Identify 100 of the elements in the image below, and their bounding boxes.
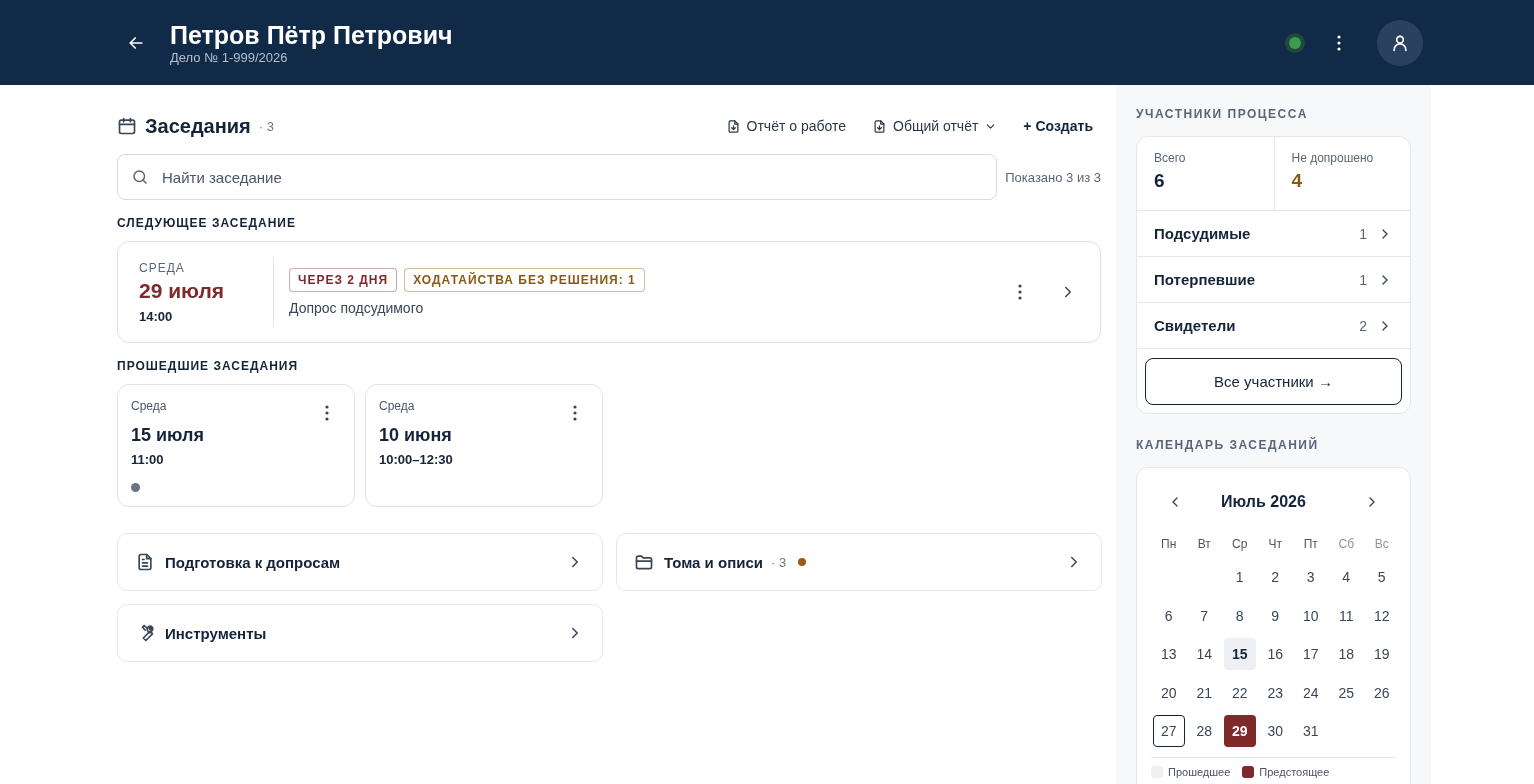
calendar-day[interactable]: 4 [1330, 561, 1363, 594]
calendar-icon [117, 116, 137, 136]
more-icon [325, 405, 329, 421]
weekday-header: Ср [1232, 537, 1248, 551]
participant-group-row[interactable]: Потерпевшие 1 [1137, 257, 1410, 303]
participant-group-row[interactable]: Подсудимые 1 [1137, 211, 1410, 257]
calendar-day[interactable]: 27 [1152, 715, 1185, 748]
folder-icon [634, 552, 654, 572]
participant-group-row[interactable]: Свидетели 2 [1137, 303, 1410, 349]
status-tag: ЧЕРЕЗ 2 ДНЯ [289, 268, 398, 292]
calendar-day[interactable]: 29 [1223, 715, 1256, 748]
group-count: 2 [1359, 317, 1367, 334]
link-label: Подготовка к допросам [165, 553, 341, 571]
session-date: 29 июля [139, 278, 226, 303]
next-session-card[interactable]: СРЕДА 29 июля 14:00 ЧЕРЕЗ 2 ДНЯ ХОДАТАЙСТВА БЕЗ РЕШЕНИЯ: 1 Допрос подсудимого [117, 241, 1101, 343]
results-count: Показано 3 из 3 [1005, 169, 1101, 185]
month-title: Июль 2026 [1221, 493, 1306, 511]
weekday-label: Среда [379, 399, 415, 413]
weekday-label: СРЕДА [139, 260, 186, 275]
legend-label: Прошедшее [1168, 765, 1231, 778]
calendar-day[interactable]: 21 [1188, 676, 1221, 709]
calendar-day[interactable]: 5 [1365, 561, 1398, 594]
create-button[interactable]: + Создать [1023, 118, 1093, 134]
weekday-header: Вс [1374, 537, 1389, 551]
report-button[interactable]: Общий отчёт [872, 118, 998, 134]
calendar-day[interactable]: 6 [1152, 599, 1185, 632]
link-label: Тома и описи [664, 553, 763, 571]
calendar-day[interactable]: 7 [1188, 599, 1221, 632]
section-link-card[interactable]: Подготовка к допросам [117, 533, 603, 591]
section-label: КАЛЕНДАРЬ ЗАСЕДАНИЙ [1136, 438, 1320, 452]
weekday-header: Вт [1197, 537, 1211, 551]
session-time: 11:00 [131, 452, 165, 467]
weekday-header: Пн [1161, 537, 1177, 551]
calendar-day[interactable]: 17 [1294, 638, 1327, 671]
more-icon [573, 405, 577, 421]
calendar-day[interactable]: 9 [1259, 599, 1292, 632]
person-name: Петров Пётр Петрович [170, 19, 453, 50]
calendar-day[interactable]: 26 [1365, 676, 1398, 709]
calendar-day[interactable]: 30 [1259, 715, 1292, 748]
weekday-label: Среда [131, 399, 167, 413]
stat-value: 4 [1291, 170, 1304, 192]
status-tag: ХОДАТАЙСТВА БЕЗ РЕШЕНИЯ: 1 [404, 268, 645, 292]
calendar-day[interactable]: 22 [1223, 676, 1256, 709]
session-description: Допрос подсудимого [289, 300, 425, 316]
document-icon [135, 552, 155, 572]
section-label: ПРОШЕДШИЕ ЗАСЕДАНИЯ [117, 359, 300, 373]
past-session-card[interactable]: Среда 15 июля 11:00 [117, 384, 355, 507]
past-session-card[interactable]: Среда 10 июня 10:00–12:30 [365, 384, 603, 507]
section-label: СЛЕДУЮЩЕЕ ЗАСЕДАНИЕ [117, 216, 297, 230]
session-count: · 3 [258, 118, 274, 134]
calendar-day[interactable]: 2 [1259, 561, 1292, 594]
stat-label: Всего [1154, 151, 1187, 165]
calendar-day[interactable]: 10 [1294, 599, 1327, 632]
calendar-day[interactable]: 12 [1365, 599, 1398, 632]
calendar-day[interactable]: 25 [1330, 676, 1363, 709]
calendar-day[interactable]: 20 [1152, 676, 1185, 709]
weekday-header: Сб [1338, 537, 1354, 551]
calendar-day[interactable]: 15 [1223, 638, 1256, 671]
weekday-header: Пт [1303, 537, 1318, 551]
calendar-day[interactable]: 14 [1188, 638, 1221, 671]
search-field[interactable]: Найти заседание [117, 154, 998, 200]
session-time: 10:00–12:30 [379, 452, 454, 467]
calendar-day[interactable]: 3 [1294, 561, 1327, 594]
stat-value: 6 [1154, 170, 1166, 192]
legend-label: Предстоящее [1259, 765, 1330, 778]
file-download-icon [725, 118, 741, 134]
all-participants-button[interactable]: Все участники → [1145, 358, 1402, 405]
stat-label: Не допрошено [1291, 151, 1375, 165]
calendar-day[interactable]: 19 [1365, 638, 1398, 671]
item-count: · 3 [771, 554, 787, 570]
group-label: Подсудимые [1154, 225, 1252, 242]
more-icon [1018, 284, 1022, 300]
section-link-card[interactable]: Инструменты [117, 604, 603, 662]
calendar-day[interactable]: 24 [1294, 676, 1327, 709]
group-count: 1 [1359, 225, 1367, 242]
calendar-day[interactable]: 8 [1223, 599, 1256, 632]
session-time: 14:00 [139, 308, 174, 324]
section-link-card[interactable]: Тома и описи · 3 [616, 533, 1102, 591]
more-icon [1337, 34, 1341, 51]
group-label: Свидетели [1154, 317, 1237, 334]
calendar-day[interactable]: 1 [1223, 561, 1256, 594]
report-button[interactable]: Отчёт о работе [725, 118, 846, 134]
link-label: Инструменты [165, 624, 267, 642]
calendar-day[interactable]: 16 [1259, 638, 1292, 671]
section-title: Заседания [145, 114, 251, 138]
calendar-day[interactable]: 18 [1330, 638, 1363, 671]
group-label: Потерпевшие [1154, 271, 1257, 288]
session-date: 15 июля [131, 425, 205, 446]
calendar-day[interactable]: 23 [1259, 676, 1292, 709]
calendar-day[interactable]: 28 [1188, 715, 1221, 748]
calendar-day[interactable]: 31 [1294, 715, 1327, 748]
user-avatar-button[interactable] [1377, 19, 1423, 66]
weekday-header: Чт [1268, 537, 1282, 551]
section-label: УЧАСТНИКИ ПРОЦЕССА [1136, 107, 1309, 121]
group-count: 1 [1359, 271, 1367, 288]
file-download-icon [872, 118, 887, 134]
calendar-day[interactable]: 11 [1330, 599, 1363, 632]
case-number: Дело № 1-999/2026 [170, 49, 289, 66]
session-date: 10 июня [379, 425, 453, 446]
calendar-day[interactable]: 13 [1152, 638, 1185, 671]
